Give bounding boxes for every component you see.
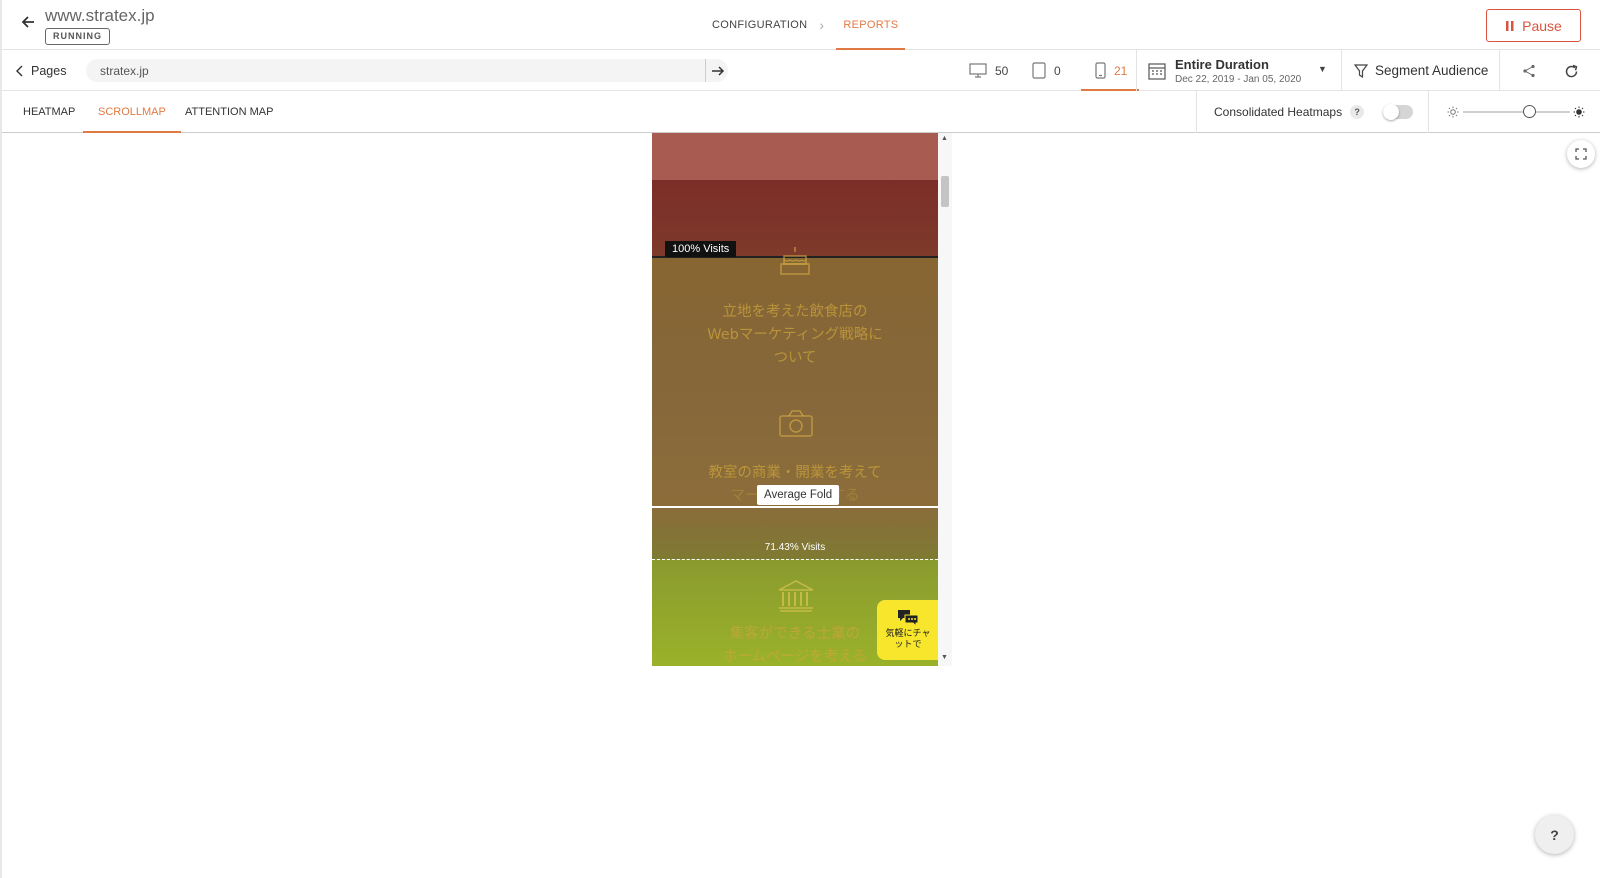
page-url-input[interactable]: stratex.jp xyxy=(86,59,728,82)
filter-bar: Pages stratex.jp 50 0 21 Entire Duration… xyxy=(2,50,1600,91)
map-type-tabs: HEATMAP SCROLLMAP ATTENTION MAP Consolid… xyxy=(2,91,1600,133)
brightness-slider-handle[interactable] xyxy=(1522,105,1536,118)
divider xyxy=(1428,91,1429,133)
chat-widget[interactable]: 気軽にチャ ットで xyxy=(877,600,938,660)
scroll-up-icon[interactable]: ▲ xyxy=(941,135,948,142)
section-1-line-1: 立地を考えた飲食店の xyxy=(722,304,868,320)
mobile-count: 21 xyxy=(1114,63,1128,78)
app-root: www.stratex.jp RUNNING CONFIGURATION › R… xyxy=(0,0,1600,878)
section-1-line-3: ついて xyxy=(773,350,817,366)
device-desktop[interactable]: 50 xyxy=(969,50,1008,91)
scrollbar-thumb[interactable] xyxy=(941,176,949,207)
divider xyxy=(1136,50,1137,91)
viewport-scrollbar[interactable]: ▲ ▼ xyxy=(938,133,952,666)
refresh-icon[interactable] xyxy=(1560,60,1582,82)
divider xyxy=(1499,50,1500,91)
breadcrumb: CONFIGURATION › REPORTS xyxy=(712,0,906,50)
divider xyxy=(1196,91,1197,133)
mobile-icon xyxy=(1095,62,1106,79)
camera-icon xyxy=(778,410,814,443)
chevron-right-icon: › xyxy=(819,17,825,33)
status-badge: RUNNING xyxy=(45,28,110,45)
segment-audience-button[interactable]: Segment Audience xyxy=(1354,50,1488,91)
pages-back-link[interactable]: Pages xyxy=(16,50,66,91)
section-1-line-2: Webマーケティング戦略に xyxy=(707,327,883,343)
top-header: www.stratex.jp RUNNING CONFIGURATION › R… xyxy=(2,0,1600,50)
brightness-slider-track[interactable] xyxy=(1463,111,1570,113)
consolidated-toggle[interactable] xyxy=(1383,104,1413,120)
duration-title: Entire Duration xyxy=(1175,56,1269,72)
scroll-down-icon[interactable]: ▼ xyxy=(941,654,948,661)
visits-7143-label: 71.43% Visits xyxy=(764,542,826,553)
scrollmap-viewport[interactable]: 100% Visits 立地を考えた飲食店の Webマーケティング戦略に ついて… xyxy=(652,133,938,666)
back-arrow-icon[interactable] xyxy=(18,12,38,32)
pause-button[interactable]: Pause xyxy=(1486,9,1581,42)
go-arrow-icon[interactable] xyxy=(705,59,729,82)
duration-range: Dec 22, 2019 - Jan 05, 2020 xyxy=(1175,73,1302,85)
segment-label: Segment Audience xyxy=(1375,63,1489,78)
help-button[interactable]: ? xyxy=(1535,815,1574,854)
pause-label: Pause xyxy=(1522,17,1562,34)
visits-7143-line xyxy=(652,559,938,560)
desktop-count: 50 xyxy=(995,63,1009,78)
average-fold-line xyxy=(652,506,938,508)
brightness-low-icon xyxy=(1447,105,1459,123)
breadcrumb-configuration[interactable]: CONFIGURATION xyxy=(712,0,807,50)
brightness-high-icon xyxy=(1573,105,1585,123)
device-mobile[interactable]: 21 xyxy=(1080,50,1140,91)
consolidated-label: Consolidated Heatmaps xyxy=(1214,105,1343,119)
tab-heatmap[interactable]: HEATMAP xyxy=(8,91,90,133)
chat-text-line-2: ットで xyxy=(894,640,922,650)
cake-icon xyxy=(778,246,812,281)
share-icon[interactable] xyxy=(1518,60,1540,82)
divider xyxy=(1341,50,1342,91)
desktop-icon xyxy=(969,62,987,78)
section-2-line-1: 教室の商業・開業を考えて xyxy=(708,465,882,481)
consolidated-heatmaps: Consolidated Heatmaps ? xyxy=(1214,91,1365,133)
tab-scrollmap[interactable]: SCROLLMAP xyxy=(83,91,181,133)
expand-icon xyxy=(1575,148,1587,160)
device-tablet[interactable]: 0 xyxy=(1032,50,1061,91)
breadcrumb-reports[interactable]: REPORTS xyxy=(836,0,906,50)
site-title: www.stratex.jp xyxy=(45,6,155,25)
pause-icon xyxy=(1506,20,1514,31)
chat-bubbles-icon xyxy=(898,610,919,627)
tab-attention-map[interactable]: ATTENTION MAP xyxy=(170,91,288,133)
fullscreen-expand-button[interactable] xyxy=(1567,140,1595,168)
tablet-count: 0 xyxy=(1054,63,1061,78)
caret-down-icon[interactable]: ▼ xyxy=(1318,64,1327,74)
calendar-icon xyxy=(1148,62,1166,80)
average-fold-label: Average Fold xyxy=(757,485,840,505)
heat-band xyxy=(652,133,938,180)
bank-icon xyxy=(777,580,815,617)
visits-100-label: 100% Visits xyxy=(665,241,737,257)
chat-text-line-1: 気軽にチャ xyxy=(885,629,931,639)
filter-icon xyxy=(1354,63,1368,78)
help-icon[interactable]: ? xyxy=(1350,105,1365,119)
duration-picker[interactable]: Entire Duration Dec 22, 2019 - Jan 05, 2… xyxy=(1148,50,1301,91)
pages-label: Pages xyxy=(31,63,67,78)
tablet-icon xyxy=(1032,62,1046,79)
chevron-left-icon xyxy=(16,65,23,76)
